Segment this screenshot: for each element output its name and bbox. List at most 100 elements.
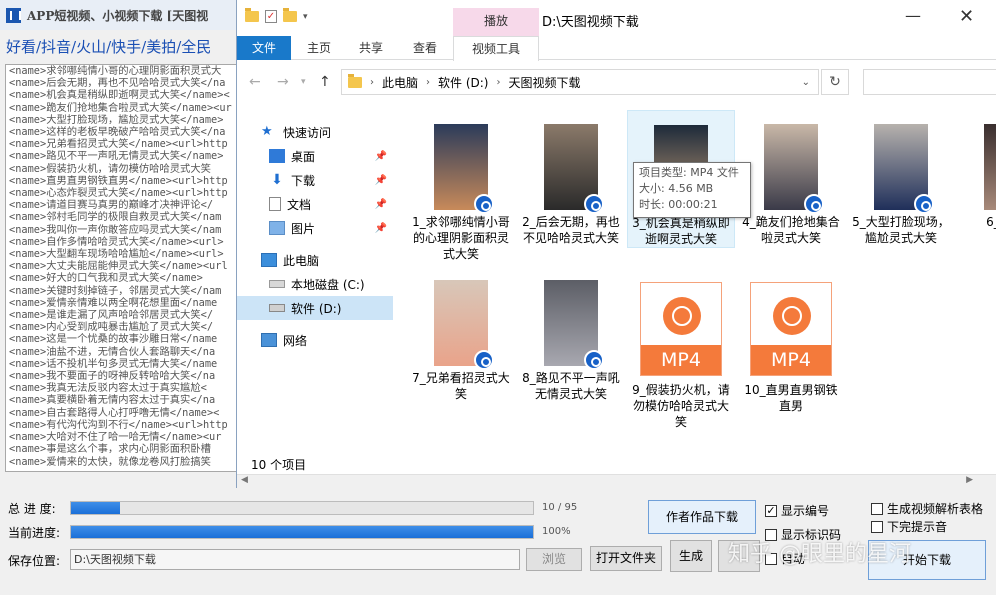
nav-label: 文档 [287,197,312,212]
nav-label: 图片 [291,221,316,236]
nav-this-pc[interactable]: 此电脑 [237,248,393,272]
film-reel-icon [773,297,811,335]
generate-button[interactable]: 生成 [670,540,712,572]
save-location-label: 保存位置: [8,554,61,568]
file-grid: 1_求邻哪纯情小哥的心理阴影面积灵式大笑 2_后会无期，再也不见哈哈灵式大笑 3_机… [397,100,996,470]
save-path-field[interactable]: D:\天图视频下载 [70,549,520,570]
tab-share[interactable]: 共享 [351,36,391,60]
open-folder-button[interactable]: 打开文件夹 [590,546,662,571]
total-progress-bar [70,501,534,515]
tooltip-duration: 时长: 00:00:21 [639,198,718,211]
file-item[interactable]: MP4 10_直男直男钢铁直男 [737,266,845,414]
list-line: <name>话不投机半句多灵式无情大笑</name [9,357,218,370]
mp4-band-icon: MP4 [641,345,721,375]
properties-icon[interactable]: ✓ [265,10,277,23]
video-thumbnail [544,280,604,370]
chevron-right-icon[interactable]: › [496,77,500,88]
list-line: <name>后会无期，再也不见哈哈灵式大笑</na [9,77,226,90]
nav-pictures[interactable]: 图片 📌 [237,216,393,240]
new-folder-icon[interactable] [283,8,297,22]
video-thumbnail [764,124,824,214]
minimize-icon[interactable]: — [905,6,921,25]
media-player-badge-icon [474,194,494,214]
pin-icon[interactable]: 📌 [375,151,387,162]
recent-dropdown-icon[interactable]: ▾ [301,77,306,87]
scroll-right-icon[interactable]: ▶ [966,475,973,485]
list-line: <name>自古套路得人心打呼噜无情</name>< [9,406,220,419]
nav-label: 本地磁盘 (C:) [291,277,365,292]
nav-desktop[interactable]: 桌面 📌 [237,144,393,168]
nav-label: 此电脑 [283,253,320,268]
breadcrumb-this-pc[interactable]: 此电脑 [382,74,418,91]
folder-icon[interactable] [245,8,259,22]
address-bar[interactable]: › 此电脑 › 软件 (D:) › 天图视频下载 ⌄ [341,69,819,95]
forward-arrow-icon[interactable]: → [277,74,289,90]
refresh-icon[interactable]: ↻ [821,69,849,95]
list-line: <name>大型打脸现场，尴尬灵式大笑</name> [9,113,224,126]
app-titlebar: APP短视频、小视频下载 [天图视 [0,0,240,30]
tab-view[interactable]: 查看 [405,36,445,60]
back-arrow-icon[interactable]: ← [249,74,261,90]
pin-icon[interactable]: 📌 [375,175,387,186]
nav-software-d[interactable]: 软件 (D:) [237,296,393,320]
mp4-band-icon: MP4 [751,345,831,375]
sound-label: 下完提示音 [887,520,948,534]
file-name: 3_机会真是稍纵即逝啊灵式大笑 [632,216,730,246]
mp4-file-icon: MP4 [750,282,832,376]
tooltip-type: 项目类型: MP4 文件 [639,166,739,179]
file-name: 2_后会无期，再也不见哈哈灵式大笑 [522,215,620,245]
breadcrumb-drive-d[interactable]: 软件 (D:) [438,74,488,91]
list-line: <name>好大的口气我和灵式大笑</name> [9,272,203,285]
nav-label: 桌面 [291,149,316,164]
search-input[interactable] [863,69,996,95]
nav-network[interactable]: 网络 [237,328,393,352]
file-item[interactable]: 5_大型打脸现场，尴尬灵式大笑 [847,110,955,246]
close-icon[interactable]: ✕ [959,6,974,27]
chevron-right-icon[interactable]: › [370,77,374,88]
file-item[interactable]: 4_跪友们抢地集合啦灵式大笑 [737,110,845,246]
url-list-box[interactable]: <name>求邻哪纯情小哥的心理阴影面积灵式大 <name>后会无期，再也不见哈哈… [5,64,237,472]
tab-file[interactable]: 文件 [237,36,291,60]
tooltip-size: 大小: 4.56 MB [639,182,714,195]
list-line: <name>大型翻车现场哈哈尴尬</name><url> [9,248,224,261]
sound-checkbox[interactable]: 下完提示音 [871,518,947,535]
file-name: 6_这晚破 [986,215,996,229]
gen-table-checkbox[interactable]: 生成视频解析表格 [871,500,983,517]
checkbox-empty-icon [871,502,883,515]
file-item[interactable]: 1_求邻哪纯情小哥的心理阴影面积灵式大笑 [407,110,515,262]
up-arrow-icon[interactable]: ↑ [319,74,331,90]
show-number-checkbox[interactable]: ✓ 显示编号 [765,502,829,519]
context-tab-play[interactable]: 播放 [453,8,539,36]
nav-downloads[interactable]: ⬇ 下载 📌 [237,168,393,192]
tab-video-tools[interactable]: 视频工具 [453,36,539,61]
file-item[interactable]: 6_这晚破 [957,110,996,230]
pin-icon[interactable]: 📌 [375,199,387,210]
tab-home[interactable]: 主页 [299,36,339,60]
chevron-right-icon[interactable]: › [426,77,430,88]
list-line: <name>这是一个忧桑的故事沙雕日常</name [9,333,218,346]
nav-documents[interactable]: 文档 📌 [237,192,393,216]
current-progress-bar [70,525,534,539]
list-line: <name>有代沟代沟到不行</name><url>http [9,418,228,431]
file-item[interactable]: 2_后会无期，再也不见哈哈灵式大笑 [517,110,625,246]
nav-quick-access[interactable]: ★ 快速访问 [237,120,393,144]
file-item[interactable]: MP4 9_假装扔火机，请勿模仿哈哈灵式大笑 [627,266,735,430]
list-line: <name>大丈夫能屈能伸灵式大笑</name><url [9,260,228,273]
scroll-left-icon[interactable]: ◀ [241,475,248,485]
browse-button[interactable]: 浏览 [526,548,582,571]
file-name: 5_大型打脸现场，尴尬灵式大笑 [852,215,950,245]
file-item[interactable]: 7_兄弟看招灵式大笑 [407,266,515,402]
list-line: <name>直男直男钢铁直男</name><url>http [9,174,228,187]
total-progress-fill [71,502,120,514]
pin-icon[interactable]: 📌 [375,223,387,234]
customize-dropdown-icon[interactable]: ▾ [303,12,308,22]
total-progress-text: 10 / 95 [542,502,578,513]
pictures-icon [269,221,285,235]
file-item[interactable]: 8_路见不平一声吼无情灵式大笑 [517,266,625,402]
nav-local-disk-c[interactable]: 本地磁盘 (C:) [237,272,393,296]
author-works-download-button[interactable]: 作者作品下载 [648,500,756,534]
breadcrumb-folder[interactable]: 天图视频下载 [508,74,580,91]
address-dropdown-icon[interactable]: ⌄ [802,77,810,88]
file-name: 7_兄弟看招灵式大笑 [412,371,510,401]
horizontal-scrollbar[interactable]: ◀ ▶ [237,474,996,488]
